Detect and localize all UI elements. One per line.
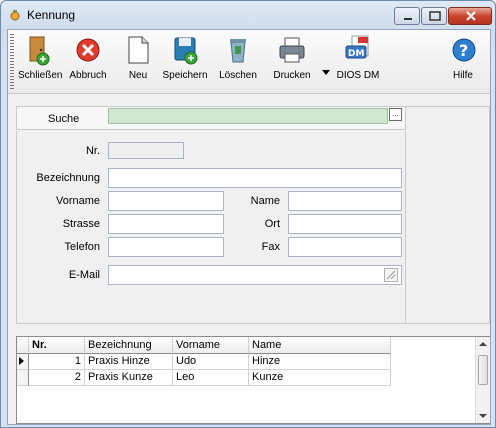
row-indicator[interactable] [17, 354, 29, 370]
maximize-icon [429, 11, 441, 21]
table-cell[interactable]: 2 [29, 370, 85, 386]
new-document-icon [128, 36, 149, 64]
scroll-down-icon[interactable] [479, 413, 487, 419]
strasse-field[interactable] [108, 214, 224, 234]
help-button-label: Hilfe [452, 70, 473, 81]
ort-field[interactable] [288, 214, 402, 234]
print-dropdown-arrow-icon[interactable] [322, 70, 330, 76]
row-indicator[interactable] [17, 370, 29, 386]
fax-label: Fax [261, 241, 280, 253]
close-window-button[interactable] [448, 7, 492, 25]
table-cell[interactable]: Kunze [249, 370, 391, 386]
dios-dm-button[interactable]: DM DIOS DM [334, 34, 382, 90]
print-button[interactable]: Drucken [266, 34, 318, 90]
scroll-up-icon[interactable] [479, 341, 487, 347]
vorname-field[interactable] [108, 191, 224, 211]
save-disk-icon [174, 37, 198, 65]
name-label: Name [250, 195, 280, 207]
table-cell[interactable]: Udo [173, 354, 249, 370]
delete-button[interactable]: Löschen [216, 34, 260, 90]
table-cell[interactable]: Leo [173, 370, 249, 386]
table-cell[interactable]: Praxis Hinze [85, 354, 173, 370]
search-input[interactable] [108, 108, 388, 124]
client-area: Schließen Abbruch Neu Speichern Löschen … [7, 29, 491, 425]
fax-field[interactable] [288, 237, 402, 257]
nr-field [108, 142, 184, 159]
app-icon [10, 10, 20, 21]
print-button-label: Drucken [273, 70, 311, 81]
column-header-nr[interactable]: Nr. [29, 337, 85, 354]
table-cell[interactable]: Praxis Kunze [85, 370, 173, 386]
table-cell[interactable]: Hinze [249, 354, 391, 370]
grid-corner [17, 337, 29, 354]
column-header-bezeichnung[interactable]: Bezeichnung [85, 337, 173, 354]
nr-label: Nr. [85, 145, 100, 157]
search-lookup-button[interactable]: ... [389, 108, 402, 121]
bezeichnung-field[interactable] [108, 168, 402, 188]
ort-label: Ort [264, 218, 280, 230]
vorname-label: Vorname [55, 195, 100, 207]
name-field[interactable] [288, 191, 402, 211]
maximize-button[interactable] [421, 7, 447, 25]
close-icon [466, 11, 476, 21]
vertical-scrollbar[interactable] [475, 337, 490, 423]
new-button-label: Neu [128, 70, 148, 81]
column-header-name[interactable]: Name [249, 337, 391, 354]
application-window: Kennung Schließen Abbruch Neu Speichern … [0, 0, 496, 428]
table-cell[interactable]: 1 [29, 354, 85, 370]
help-button[interactable]: ? Hilfe [448, 34, 478, 90]
pdf-dm-icon: DM [345, 35, 369, 59]
trash-icon [230, 39, 246, 63]
cancel-icon [76, 38, 100, 62]
save-button[interactable]: Speichern [160, 34, 210, 90]
cancel-button-label: Abbruch [69, 70, 107, 81]
email-action-button[interactable] [384, 268, 398, 282]
current-row-arrow-icon [19, 357, 24, 365]
telefon-label: Telefon [64, 241, 100, 253]
new-button[interactable]: Neu [120, 34, 156, 90]
minimize-icon [404, 18, 412, 20]
search-label: Suche [48, 113, 80, 125]
strasse-label: Strasse [62, 218, 100, 230]
email-field[interactable] [108, 265, 402, 285]
data-grid: Nr. Bezeichnung Vorname Name 1 Praxis Hi… [16, 336, 490, 424]
dios-dm-button-label: DIOS DM [336, 70, 380, 81]
svg-text:?: ? [459, 41, 468, 60]
right-panel [406, 106, 490, 324]
resize-corner-icon [386, 270, 396, 280]
telefon-field[interactable] [108, 237, 224, 257]
minimize-button[interactable] [394, 7, 420, 25]
svg-text:DM: DM [348, 49, 364, 59]
delete-button-label: Löschen [219, 70, 257, 81]
column-header-vorname[interactable]: Vorname [173, 337, 249, 354]
scrollbar-thumb[interactable] [478, 355, 488, 385]
printer-icon [279, 37, 305, 63]
toolbar-grip[interactable] [10, 34, 14, 90]
window-title: Kennung [27, 8, 76, 22]
save-button-label: Speichern [162, 70, 208, 81]
toolbar: Schließen Abbruch Neu Speichern Löschen … [8, 30, 490, 94]
bezeichnung-label: Bezeichnung [36, 172, 100, 184]
email-label: E-Mail [68, 269, 100, 281]
cancel-button[interactable]: Abbruch [66, 34, 110, 90]
close-button[interactable]: Schließen [18, 34, 63, 90]
exit-door-icon [29, 36, 50, 66]
help-icon: ? [452, 38, 476, 62]
title-bar[interactable]: Kennung [1, 1, 495, 29]
close-button-label: Schließen [18, 70, 63, 81]
